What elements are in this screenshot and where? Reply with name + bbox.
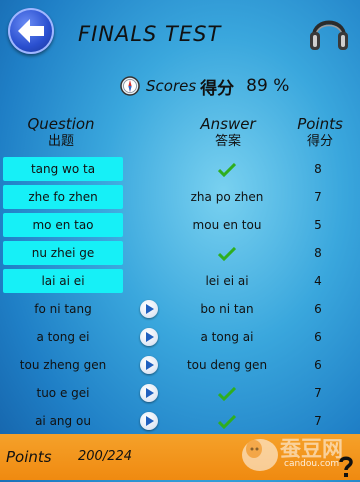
play-button[interactable]: [140, 412, 158, 430]
question-mark-icon: [339, 456, 353, 477]
result-row: zhe fo zhen zha po zhen 7: [0, 184, 360, 212]
answer-cell: tou deng gen: [175, 353, 279, 377]
answer-text: tou deng gen: [186, 358, 268, 372]
points-header-zh: 得分: [306, 134, 333, 149]
result-row: tou zheng gen tou deng gen 6: [0, 352, 360, 380]
answer-cell: [175, 157, 279, 181]
page-title: FINALS TEST: [78, 22, 222, 46]
answer-text: mou en tou: [192, 218, 262, 232]
result-row: nu zhei ge 8: [0, 240, 360, 268]
check-icon: [217, 386, 237, 401]
score-label-cn: 得分: [200, 78, 235, 99]
points-value: 6: [314, 302, 322, 316]
play-icon: [146, 388, 154, 398]
question-text: lai ai ei: [3, 269, 123, 293]
result-row: lai ai ei lei ei ai 4: [0, 268, 360, 296]
compass-icon: [120, 76, 140, 96]
question-text: tang wo ta: [3, 157, 123, 181]
play-icon: [146, 304, 154, 314]
answer-header-en: Answer: [200, 115, 256, 133]
results-list: tang wo ta 8 zhe fo zhen zha po zhen 7 m…: [0, 156, 360, 436]
answer-cell: lei ei ai: [175, 269, 279, 293]
answer-text: zha po zhen: [190, 190, 264, 204]
headphones-icon: [310, 20, 348, 50]
question-header-en: Question: [27, 115, 95, 133]
footer-points-value: 200/224: [78, 449, 133, 464]
question-text: tou zheng gen: [19, 358, 107, 372]
question-text: nu zhei ge: [3, 241, 123, 265]
play-button[interactable]: [140, 300, 158, 318]
answer-cell: bo ni tan: [175, 297, 279, 321]
points-value: 8: [314, 246, 322, 260]
answer-text: a tong ai: [200, 330, 254, 344]
play-button[interactable]: [140, 384, 158, 402]
points-value: 4: [314, 274, 322, 288]
answer-column-header: Answer 答案: [188, 115, 268, 151]
points-value: 5: [314, 218, 322, 232]
points-column-header: Points 得分: [288, 115, 352, 151]
score-summary: Scores 得分 89 %: [120, 74, 290, 99]
question-text: a tong ei: [36, 330, 90, 344]
answer-cell: [175, 241, 279, 265]
points-value: 7: [314, 190, 322, 204]
question-text: mo en tao: [3, 213, 123, 237]
play-icon: [146, 360, 154, 370]
question-text: fo ni tang: [34, 302, 92, 316]
check-icon: [217, 414, 237, 429]
answer-cell: [175, 381, 279, 405]
back-arrow-icon: [18, 19, 44, 43]
points-value: 6: [314, 330, 322, 344]
answer-cell: a tong ai: [175, 325, 279, 349]
score-value: 89 %: [246, 76, 290, 96]
points-value: 8: [314, 162, 322, 176]
mascot-logo-icon: [242, 439, 278, 471]
score-label: Scores: [146, 77, 197, 95]
question-column-header: Question 出题: [20, 115, 102, 151]
play-icon: [146, 416, 154, 426]
points-value: 6: [314, 358, 322, 372]
back-button[interactable]: [8, 8, 54, 54]
help-button[interactable]: [336, 454, 356, 478]
headphones-button[interactable]: [306, 8, 352, 54]
points-header-en: Points: [297, 115, 343, 133]
play-button[interactable]: [140, 356, 158, 374]
check-icon: [217, 162, 237, 177]
result-row: a tong ei a tong ai 6: [0, 324, 360, 352]
play-button[interactable]: [140, 328, 158, 346]
answer-header-zh: 答案: [214, 134, 241, 149]
result-row: mo en tao mou en tou 5: [0, 212, 360, 240]
result-row: fo ni tang bo ni tan 6: [0, 296, 360, 324]
question-text: zhe fo zhen: [3, 185, 123, 209]
answer-cell: mou en tou: [175, 213, 279, 237]
result-row: tang wo ta 8: [0, 156, 360, 184]
footer-points-label: Points: [6, 448, 52, 466]
question-text: tuo e gei: [36, 386, 90, 400]
check-icon: [217, 246, 237, 261]
answer-text: bo ni tan: [200, 302, 254, 316]
answer-cell: zha po zhen: [175, 185, 279, 209]
result-row: tuo e gei 7: [0, 380, 360, 408]
watermark-domain: candou.com: [284, 459, 340, 469]
question-text: ai ang ou: [35, 414, 91, 428]
play-icon: [146, 332, 154, 342]
question-header-zh: 出题: [47, 134, 74, 149]
answer-text: lei ei ai: [205, 274, 249, 288]
points-value: 7: [314, 386, 322, 400]
